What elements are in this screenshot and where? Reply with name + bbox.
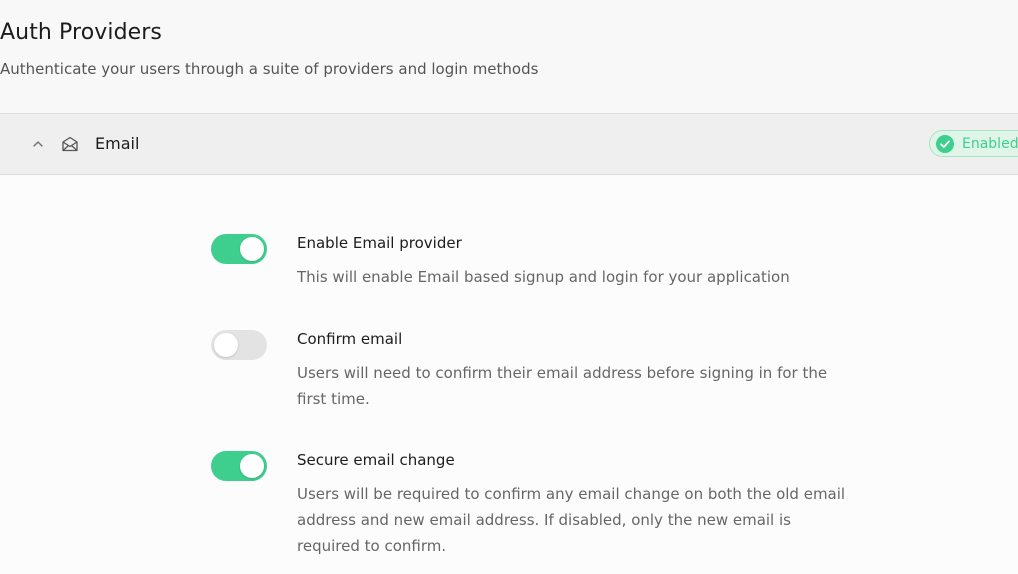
confirm-email-toggle[interactable]: [211, 330, 267, 360]
enable-email-provider-toggle[interactable]: [211, 234, 267, 264]
toggle-knob: [240, 237, 264, 261]
provider-header[interactable]: Email Enabled: [0, 114, 1018, 175]
chevron-up-icon[interactable]: [31, 137, 45, 151]
setting-label: Secure email change: [297, 451, 455, 469]
provider-name: Email: [95, 134, 140, 153]
auth-providers-page: Auth Providers Authenticate your users t…: [0, 0, 1018, 574]
secure-email-change-toggle[interactable]: [211, 451, 267, 481]
setting-description: Users will be required to confirm any em…: [297, 485, 846, 555]
page-title: Auth Providers: [0, 20, 162, 45]
setting-label: Enable Email provider: [297, 234, 462, 252]
setting-description: This will enable Email based signup and …: [297, 268, 790, 286]
status-badge: Enabled: [929, 130, 1018, 157]
status-text: Enabled: [962, 135, 1018, 152]
check-circle-icon: [936, 134, 954, 153]
email-provider-panel: Email Enabled Enable Email provider This…: [0, 113, 1018, 574]
setting-description: Users will need to confirm their email a…: [297, 364, 828, 408]
page-subtitle: Authenticate your users through a suite …: [0, 60, 539, 78]
mail-icon: [62, 136, 78, 152]
toggle-knob: [214, 333, 238, 357]
setting-label: Confirm email: [297, 330, 403, 348]
toggle-knob: [240, 454, 264, 478]
